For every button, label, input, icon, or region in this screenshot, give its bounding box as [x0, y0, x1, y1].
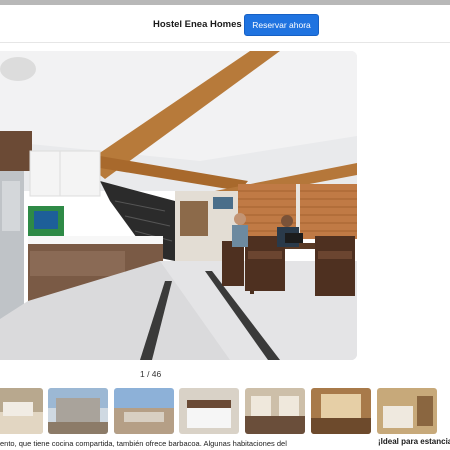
thumbnail-photo[interactable]	[114, 388, 174, 434]
reserve-now-button[interactable]: Reservar ahora	[244, 14, 319, 36]
main-photo-image	[0, 51, 357, 360]
description-text: ento, que tiene cocina compartida, tambi…	[0, 439, 287, 448]
thumbnail-photo[interactable]	[0, 388, 43, 434]
side-heading: ¡Ideal para estancia	[378, 437, 450, 446]
header: Hostel Enea Homes Reservar ahora	[0, 5, 450, 43]
hostel-name: Hostel Enea Homes	[153, 19, 242, 30]
main-gallery-photo[interactable]	[0, 51, 357, 360]
thumbnail-photo[interactable]	[311, 388, 371, 434]
thumbnail-photo[interactable]	[377, 388, 437, 434]
photo-counter: 1 / 46	[140, 369, 162, 379]
thumbnail-strip	[0, 388, 450, 434]
thumbnail-photo[interactable]	[179, 388, 239, 434]
thumbnail-photo[interactable]	[48, 388, 108, 434]
thumbnail-photo[interactable]	[245, 388, 305, 434]
